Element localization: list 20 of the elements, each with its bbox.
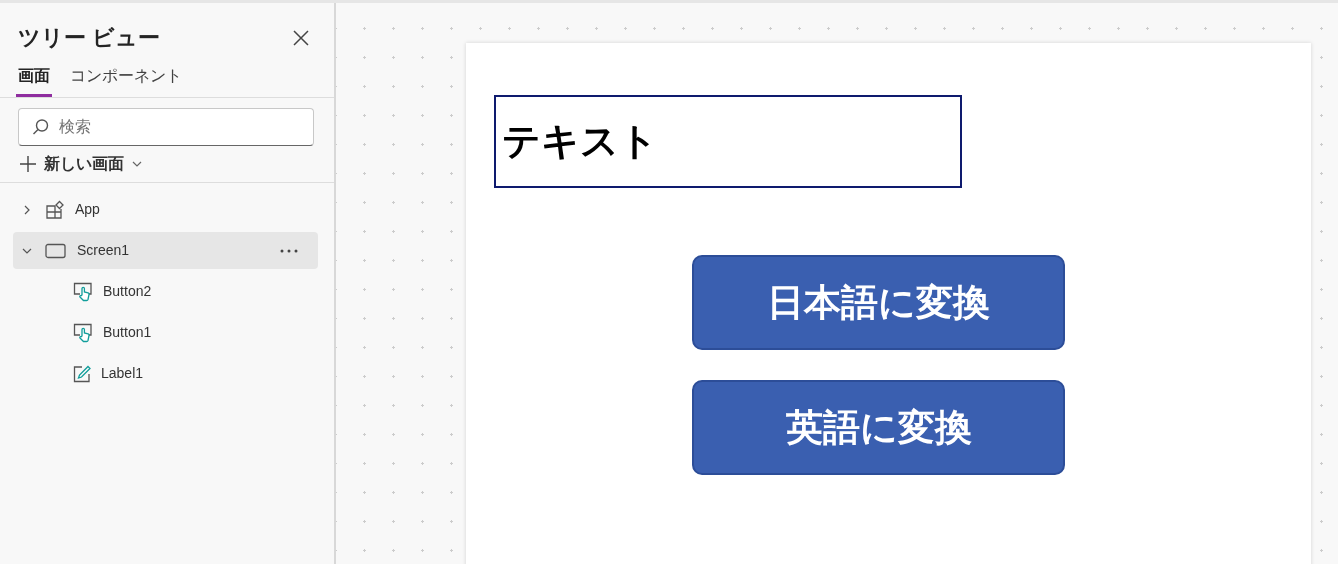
search-field[interactable]: 検索	[18, 108, 314, 146]
app-icon	[45, 199, 65, 220]
pencil-icon	[73, 364, 91, 383]
screen-icon	[45, 242, 67, 259]
tree-item[interactable]: Button1	[13, 314, 318, 351]
tree-item[interactable]: Label1	[13, 355, 318, 392]
text-label: テキスト	[494, 95, 962, 188]
panel-title: ツリー ビュー	[18, 24, 161, 52]
new-screen-button[interactable]: 新しい画面	[0, 146, 162, 182]
button-icon	[73, 281, 93, 302]
plus-icon	[20, 156, 36, 172]
chevron-down-icon	[132, 161, 142, 167]
tree-item[interactable]: Screen1	[13, 232, 318, 269]
canvas-button[interactable]: 英語に変換	[692, 380, 1065, 475]
canvas-button[interactable]: 日本語に変換	[692, 255, 1065, 350]
tab[interactable]: 画面	[16, 60, 52, 97]
tree-item[interactable]: Button2	[13, 273, 318, 310]
tree-item[interactable]: App	[13, 191, 318, 228]
tab[interactable]: コンポーネント	[68, 60, 184, 97]
button-icon	[73, 322, 93, 343]
